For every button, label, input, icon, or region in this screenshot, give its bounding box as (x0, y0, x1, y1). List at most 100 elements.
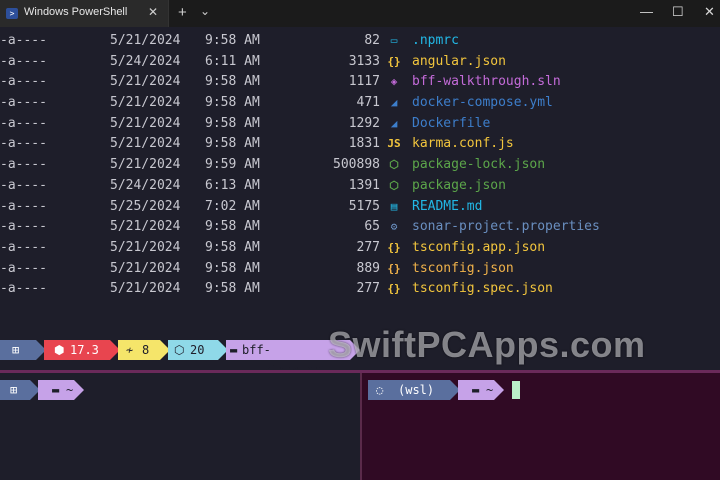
file-row: -a---- 5/21/2024 9:58 AM 277 {} tsconfig.spec… (0, 279, 720, 300)
tab-close-icon[interactable]: ✕ (148, 5, 158, 19)
file-name: Dockerfile (412, 115, 491, 131)
file-date: 5/21/2024 (110, 239, 181, 255)
file-row: -a---- 5/21/2024 9:58 AM 1117 ◈ bff-walkthrou… (0, 72, 720, 93)
folder-path: ~ (66, 383, 74, 397)
maximize-button[interactable]: ☐ (672, 4, 684, 20)
file-time: 9:58 AM (205, 115, 260, 131)
title-bar: > Windows PowerShell ✕ + ⌄ — ☐ ✕ (0, 0, 720, 27)
file-name: sonar-project.properties (412, 219, 600, 235)
file-length: 471 (356, 95, 380, 111)
ubuntu-icon: ◌ (376, 383, 384, 397)
file-length: 1292 (348, 115, 380, 131)
file-row: -a---- 5/21/2024 9:59 AM 500898 ⬡ package-loc… (0, 155, 720, 176)
os-segment: ⊞ (0, 340, 46, 360)
node-icon: ⬡ (174, 343, 185, 357)
file-mode: -a---- (0, 115, 47, 131)
file-length: 277 (356, 281, 380, 297)
git-segment: ≁ 8 (118, 340, 170, 360)
pane-powershell[interactable]: ⊞ ▬ ~ (0, 373, 360, 480)
windows-icon: ⊞ (12, 343, 20, 357)
file-length: 3133 (348, 53, 380, 69)
folder-icon: ▬ (230, 343, 238, 357)
file-name: package.json (412, 177, 506, 193)
file-length: 1831 (348, 136, 380, 152)
file-time: 9:58 AM (205, 281, 260, 297)
new-tab-button[interactable]: + (178, 4, 187, 21)
wsl-label: (wsl) (398, 383, 435, 397)
file-date: 5/21/2024 (110, 281, 181, 297)
file-mode: -a---- (0, 219, 47, 235)
file-type-icon: {} (387, 240, 401, 254)
file-row: -a---- 5/25/2024 7:02 AM 5175 ▤ README.md (0, 197, 720, 218)
folder-segment: ▬ ~ (458, 380, 504, 400)
file-time: 9:58 AM (205, 239, 260, 255)
file-date: 5/21/2024 (110, 95, 181, 111)
file-time: 6:11 AM (205, 53, 260, 69)
file-type-icon: JS (387, 137, 401, 151)
file-row: -a---- 5/21/2024 9:58 AM 65 ⚙ sonar-project.p… (0, 217, 720, 238)
file-time: 9:58 AM (205, 219, 260, 235)
right-prompt: ◌ (wsl) ▬ ~ (368, 380, 708, 400)
git-changes-icon: ≁ (126, 343, 134, 357)
wsl-segment: ◌ (wsl) (368, 380, 460, 400)
file-name: bff-walkthrough.sln (412, 74, 561, 90)
node-segment: ⬡ 20 (168, 340, 228, 360)
file-type-icon: ◈ (390, 75, 398, 89)
angular-version: 17.3 (70, 343, 99, 357)
close-button[interactable]: ✕ (704, 4, 715, 20)
file-date: 5/21/2024 (110, 115, 181, 131)
file-row: -a---- 5/21/2024 9:58 AM 889 {} tsconfig.json (0, 259, 720, 280)
file-date: 5/21/2024 (110, 219, 181, 235)
file-date: 5/21/2024 (110, 33, 181, 48)
minimize-button[interactable]: — (640, 4, 653, 19)
folder-path: ~ (486, 383, 494, 397)
file-length: 65 (364, 219, 380, 235)
file-mode: -a---- (0, 198, 47, 214)
file-name: tsconfig.app.json (412, 239, 546, 255)
file-type-icon: ◢ (390, 116, 398, 130)
file-date: 5/21/2024 (110, 136, 181, 152)
tab-title: Windows PowerShell (24, 6, 128, 18)
file-name: package-lock.json (412, 157, 546, 173)
file-time: 9:58 AM (205, 74, 260, 90)
file-type-icon: {} (387, 261, 401, 275)
folder-segment: ▬ ~ (38, 380, 84, 400)
file-type-icon: ⬡ (389, 178, 399, 192)
folder-icon: ▬ (52, 383, 60, 397)
file-date: 5/21/2024 (110, 74, 181, 90)
node-version: 20 (190, 343, 205, 357)
file-mode: -a---- (0, 157, 47, 173)
file-time: 9:59 AM (205, 157, 260, 173)
file-type-icon: ▤ (390, 199, 398, 213)
file-name: tsconfig.spec.json (412, 281, 553, 297)
file-length: 277 (356, 239, 380, 255)
file-name: .npmrc (412, 33, 459, 48)
tab-windows-powershell[interactable]: > Windows PowerShell ✕ (0, 0, 169, 27)
file-time: 6:13 AM (205, 177, 260, 193)
file-time: 9:58 AM (205, 95, 260, 111)
powershell-icon: > (6, 8, 18, 19)
windows-icon: ⊞ (10, 383, 18, 397)
file-row: -a---- 5/24/2024 6:11 AM 3133 {} angular.json (0, 52, 720, 73)
file-mode: -a---- (0, 33, 47, 48)
file-date: 5/21/2024 (110, 260, 181, 276)
file-row: -a---- 5/21/2024 9:58 AM 1292 ◢ Dockerfile (0, 114, 720, 135)
git-change-count: 8 (142, 343, 150, 357)
angular-segment: ⬢ 17.3 (44, 340, 120, 360)
file-length: 889 (356, 260, 380, 276)
file-row: -a---- 5/21/2024 9:58 AM 82 ▭ .npmrc (0, 31, 720, 52)
file-mode: -a---- (0, 260, 47, 276)
terminal-cursor (512, 381, 520, 399)
watermark: SwiftPCApps.com (328, 324, 646, 365)
file-length: 1391 (348, 177, 380, 193)
file-type-icon: ▭ (390, 34, 398, 47)
file-row: -a---- 5/24/2024 6:13 AM 1391 ⬡ package.json (0, 176, 720, 197)
pane-wsl[interactable]: ◌ (wsl) ▬ ~ (360, 373, 720, 480)
folder-icon: ▬ (472, 383, 480, 397)
file-name: karma.conf.js (412, 136, 514, 152)
file-name: README.md (412, 198, 483, 214)
file-date: 5/24/2024 (110, 177, 181, 193)
file-date: 5/24/2024 (110, 53, 181, 69)
tab-dropdown-button[interactable]: ⌄ (200, 4, 210, 18)
file-time: 7:02 AM (205, 198, 260, 214)
